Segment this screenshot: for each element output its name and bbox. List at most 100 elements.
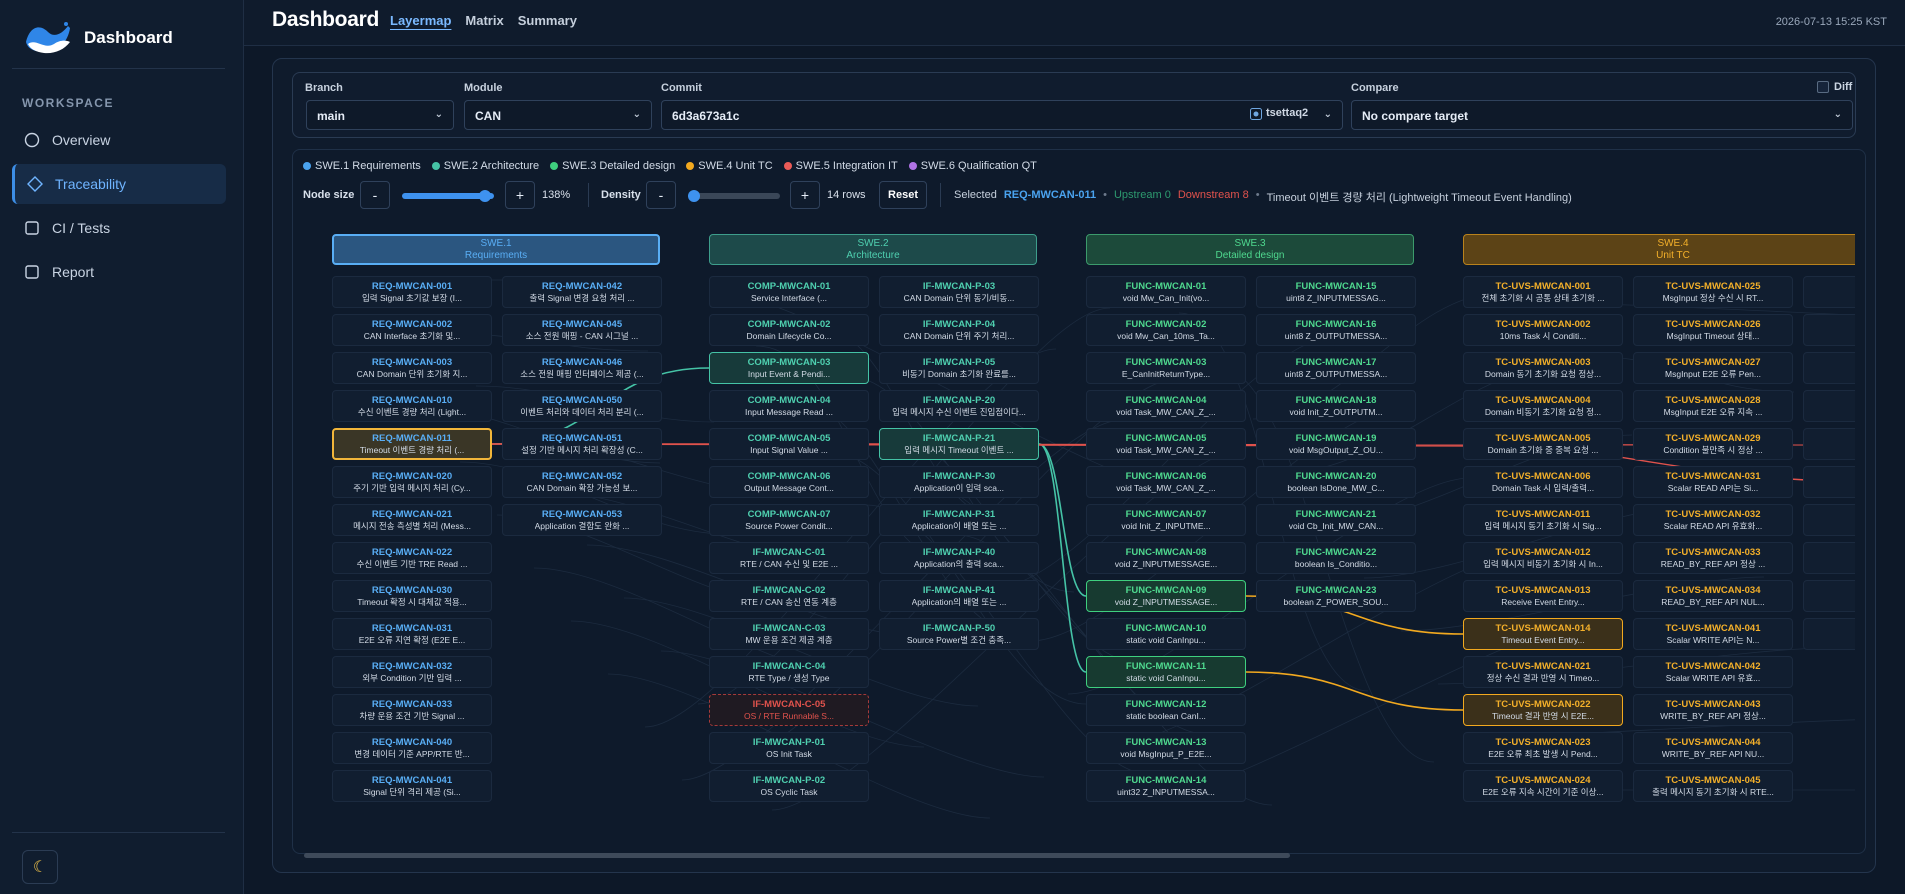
trace-node[interactable]: IF-MWCAN-P-50 Source Power별 조건 충족... bbox=[879, 618, 1039, 650]
trace-node[interactable]: TC-UVMsgO bbox=[1803, 352, 1855, 384]
tab-matrix[interactable]: Matrix bbox=[465, 13, 503, 28]
trace-node[interactable]: REQ-MWCAN-045 소스 전원 매핑 - CAN 시그널 ... bbox=[502, 314, 662, 346]
trace-node[interactable]: FUNC-MWCAN-07 void Init_Z_INPUTME... bbox=[1086, 504, 1246, 536]
trace-node[interactable]: TC-UVS-MWCAN-021 정상 수신 결과 반영 시 Timeo... bbox=[1463, 656, 1623, 688]
compare-select[interactable]: No compare target ⌄ bbox=[1351, 100, 1853, 130]
trace-node[interactable]: TC-UVMsgOu bbox=[1803, 390, 1855, 422]
node-size-slider-thumb[interactable] bbox=[478, 190, 491, 202]
trace-node[interactable]: TC-UV입력/출력 bbox=[1803, 428, 1855, 460]
trace-node[interactable]: TC-UVS-MWCAN-024 E2E 오류 지속 시간이 기준 이상... bbox=[1463, 770, 1623, 802]
trace-node[interactable]: TC-UVS-MWCAN-028 MsgInput E2E 오류 지속 ... bbox=[1633, 390, 1793, 422]
app-logo[interactable]: Dashboard bbox=[24, 20, 173, 56]
trace-node[interactable]: COMP-MWCAN-04 Input Message Read ... bbox=[709, 390, 869, 422]
sidebar-item-overview[interactable]: Overview bbox=[12, 120, 226, 160]
trace-node[interactable]: TC-UVS-MWCAN-012 입력 메시지 비동기 초기화 시 In... bbox=[1463, 542, 1623, 574]
node-size-decrease-button[interactable]: - bbox=[360, 181, 390, 209]
trace-node[interactable]: IF-MWCAN-C-03 MW 운용 조건 제공 계층 bbox=[709, 618, 869, 650]
sidebar-item-traceability[interactable]: Traceability bbox=[12, 164, 226, 204]
module-select[interactable]: CAN ⌄ bbox=[464, 100, 652, 130]
trace-node[interactable]: REQ-MWCAN-032 외부 Condition 기반 입력 ... bbox=[332, 656, 492, 688]
trace-node[interactable]: COMP-MWCAN-07 Source Power Condit... bbox=[709, 504, 869, 536]
trace-node[interactable]: TC-UVConditi bbox=[1803, 504, 1855, 536]
trace-node[interactable]: TC-UVAsync bbox=[1803, 466, 1855, 498]
column-header-swe1[interactable]: SWE.1 Requirements bbox=[332, 234, 660, 265]
sidebar-item-report[interactable]: Report bbox=[12, 252, 226, 292]
tab-summary[interactable]: Summary bbox=[518, 13, 577, 28]
theme-toggle-button[interactable]: ☾ bbox=[22, 850, 58, 884]
density-increase-button[interactable]: + bbox=[790, 181, 820, 209]
trace-node[interactable]: REQ-MWCAN-046 소스 전원 매핑 인터페이스 제공 (... bbox=[502, 352, 662, 384]
density-decrease-button[interactable]: - bbox=[646, 181, 676, 209]
trace-node[interactable]: FUNC-MWCAN-03 E_CanInitReturnType... bbox=[1086, 352, 1246, 384]
trace-node[interactable]: TC-UVS-MWCAN-032 Scalar READ API 유효화... bbox=[1633, 504, 1793, 536]
trace-node[interactable]: COMP-MWCAN-06 Output Message Cont... bbox=[709, 466, 869, 498]
horizontal-scrollbar[interactable] bbox=[304, 853, 1290, 858]
trace-node[interactable]: TC-UVMsgOut bbox=[1803, 314, 1855, 346]
trace-node[interactable]: TC-UVS-MWCAN-004 Domain 비동기 초기화 요청 정... bbox=[1463, 390, 1623, 422]
trace-node[interactable]: REQ-MWCAN-002 CAN Interface 초기화 및... bbox=[332, 314, 492, 346]
trace-node[interactable]: IF-MWCAN-P-21 입력 메시지 Timeout 이벤트 ... bbox=[879, 428, 1039, 460]
trace-node[interactable]: TC-UVSource bbox=[1803, 580, 1855, 612]
trace-node[interactable]: IF-MWCAN-P-01 OS Init Task bbox=[709, 732, 869, 764]
trace-node[interactable]: TC-UVS-MWCAN-001 전체 초기화 시 공통 상태 초기화 ... bbox=[1463, 276, 1623, 308]
trace-node[interactable]: REQ-MWCAN-051 설정 기반 메시지 처리 확장성 (C... bbox=[502, 428, 662, 460]
trace-node[interactable]: REQ-MWCAN-031 E2E 오류 지연 확정 (E2E E... bbox=[332, 618, 492, 650]
column-header-swe4[interactable]: SWE.4 Unit TC bbox=[1463, 234, 1855, 265]
trace-node[interactable]: FUNC-MWCAN-06 void Task_MW_CAN_Z_... bbox=[1086, 466, 1246, 498]
trace-node[interactable]: IF-MWCAN-P-20 입력 메시지 수신 이벤트 진입점이다... bbox=[879, 390, 1039, 422]
trace-node[interactable]: IF-MWCAN-P-04 CAN Domain 단위 주기 처리... bbox=[879, 314, 1039, 346]
trace-node[interactable]: FUNC-MWCAN-02 void Mw_Can_10ms_Ta... bbox=[1086, 314, 1246, 346]
trace-node[interactable]: FUNC-MWCAN-08 void Z_INPUTMESSAGE... bbox=[1086, 542, 1246, 574]
trace-node[interactable]: REQ-MWCAN-011 Timeout 이벤트 경량 처리 (... bbox=[332, 428, 492, 460]
trace-node[interactable]: FUNC-MWCAN-01 void Mw_Can_Init(vo... bbox=[1086, 276, 1246, 308]
trace-node[interactable]: IF-MWCAN-P-31 Application이 배열 또는 ... bbox=[879, 504, 1039, 536]
trace-node[interactable]: TC-UVS-MWCAN-033 READ_BY_REF API 정상 ... bbox=[1633, 542, 1793, 574]
trace-node[interactable]: IF-MWCAN-C-05 OS / RTE Runnable S... bbox=[709, 694, 869, 726]
trace-node[interactable]: REQ-MWCAN-020 주기 기반 입력 메시지 처리 (Cy... bbox=[332, 466, 492, 498]
trace-node[interactable]: IF-MWCAN-P-30 Application이 입력 sca... bbox=[879, 466, 1039, 498]
trace-node[interactable]: TC-UVS-MWCAN-031 Scalar READ API는 Si... bbox=[1633, 466, 1793, 498]
trace-node[interactable]: TC-UVS-MWCAN-022 Timeout 결과 반영 시 E2E... bbox=[1463, 694, 1623, 726]
trace-node[interactable]: FUNC-MWCAN-17 uint8 Z_OUTPUTMESSA... bbox=[1256, 352, 1416, 384]
trace-node[interactable]: TC-UVS-MWCAN-044 WRITE_BY_REF API NU... bbox=[1633, 732, 1793, 764]
node-size-increase-button[interactable]: + bbox=[505, 181, 535, 209]
trace-node[interactable]: FUNC-MWCAN-18 void Init_Z_OUTPUTM... bbox=[1256, 390, 1416, 422]
trace-node[interactable]: TC-UVS-MWCAN-002 10ms Task 시 Conditi... bbox=[1463, 314, 1623, 346]
trace-node[interactable]: TC-UVS-MWCAN-026 MsgInput Timeout 상태... bbox=[1633, 314, 1793, 346]
commit-select[interactable]: 6d3a673a1c ⌄ bbox=[661, 100, 1343, 130]
trace-node[interactable]: FUNC-MWCAN-20 boolean IsDone_MW_C... bbox=[1256, 466, 1416, 498]
trace-node[interactable]: FUNC-MWCAN-10 static void CanInpu... bbox=[1086, 618, 1246, 650]
trace-node[interactable]: COMP-MWCAN-05 Input Signal Value ... bbox=[709, 428, 869, 460]
trace-node[interactable]: FUNC-MWCAN-04 void Task_MW_CAN_Z_... bbox=[1086, 390, 1246, 422]
tab-layermap[interactable]: Layermap bbox=[390, 13, 451, 28]
trace-node[interactable]: FUNC-MWCAN-19 void MsgOutput_Z_OU... bbox=[1256, 428, 1416, 460]
density-slider-thumb[interactable] bbox=[688, 190, 700, 202]
trace-node[interactable]: IF-MWCAN-P-40 Application의 출력 sca... bbox=[879, 542, 1039, 574]
trace-node[interactable]: FUNC-MWCAN-14 uint32 Z_INPUTMESSA... bbox=[1086, 770, 1246, 802]
trace-node[interactable]: FUNC-MWCAN-09 void Z_INPUTMESSAGE... bbox=[1086, 580, 1246, 612]
trace-node[interactable]: TC-UVS-MWCAN-043 WRITE_BY_REF API 정상... bbox=[1633, 694, 1793, 726]
trace-node[interactable]: IF-MWCAN-P-41 Application의 배열 또는 ... bbox=[879, 580, 1039, 612]
reset-button[interactable]: Reset bbox=[879, 181, 927, 209]
branch-select[interactable]: main ⌄ bbox=[306, 100, 454, 130]
trace-node[interactable]: FUNC-MWCAN-13 void MsgInput_P_E2E... bbox=[1086, 732, 1246, 764]
trace-node[interactable]: REQ-MWCAN-053 Application 결합도 완화 ... bbox=[502, 504, 662, 536]
column-header-swe3[interactable]: SWE.3 Detailed design bbox=[1086, 234, 1414, 265]
trace-node[interactable]: TC-UVS-MWCAN-041 Scalar WRITE API는 N... bbox=[1633, 618, 1793, 650]
trace-node[interactable]: TC-UVS-MWCAN-013 Receive Event Entry... bbox=[1463, 580, 1623, 612]
diff-checkbox[interactable] bbox=[1817, 81, 1829, 93]
trace-node[interactable]: TC-UVS-MWCAN-027 MsgInput E2E 오류 Pen... bbox=[1633, 352, 1793, 384]
column-header-swe2[interactable]: SWE.2 Architecture bbox=[709, 234, 1037, 265]
trace-node[interactable]: FUNC-MWCAN-16 uint8 Z_OUTPUTMESSA... bbox=[1256, 314, 1416, 346]
layermap-graph[interactable]: SWE.1 Requirements REQ-MWCAN-001 입력 Signal … bbox=[302, 220, 1855, 850]
trace-node[interactable]: FUNC-MWCAN-23 boolean Z_POWER_SOU... bbox=[1256, 580, 1416, 612]
trace-node[interactable]: REQ-MWCAN-052 CAN Domain 확장 가능성 보... bbox=[502, 466, 662, 498]
trace-node[interactable]: TC-UVS-MWCAN-003 Domain 동기 초기화 요청 정상... bbox=[1463, 352, 1623, 384]
trace-node[interactable]: FUNC-MWCAN-05 void Task_MW_CAN_Z_... bbox=[1086, 428, 1246, 460]
trace-node[interactable]: REQ-MWCAN-003 CAN Domain 단위 초기화 지... bbox=[332, 352, 492, 384]
trace-node[interactable]: COMP-MWCAN-01 Service Interface (... bbox=[709, 276, 869, 308]
trace-node[interactable]: TC-UVS-MWCAN-023 E2E 오류 최초 발생 시 Pend... bbox=[1463, 732, 1623, 764]
trace-node[interactable]: FUNC-MWCAN-11 static void CanInpu... bbox=[1086, 656, 1246, 688]
trace-node[interactable]: TC-UVS-MWCAN-005 Domain 초기화 중 중복 요청 ... bbox=[1463, 428, 1623, 460]
trace-node[interactable]: REQ-MWCAN-030 Timeout 확정 시 대체값 적용... bbox=[332, 580, 492, 612]
